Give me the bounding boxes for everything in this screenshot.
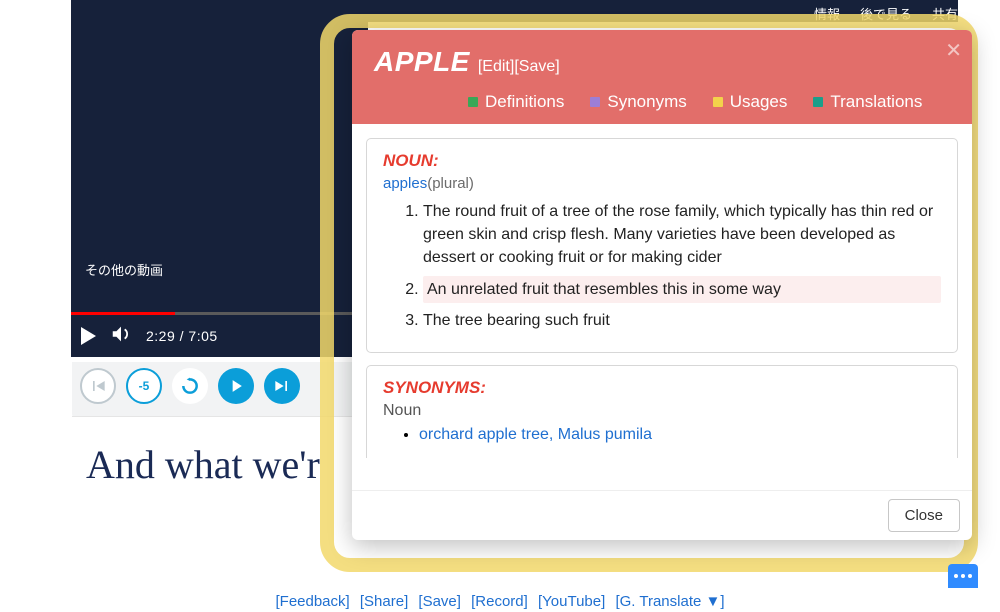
dictionary-tabs: Definitions Synonyms Usages Translations [468,92,952,112]
dictionary-body[interactable]: NOUN: apples(plural) The round fruit of … [352,124,972,490]
bullet-purple-icon [590,97,600,107]
dictionary-word: APPLE [374,46,470,78]
play-icon[interactable] [81,327,96,345]
synonym-link[interactable]: orchard apple tree, Malus pumila [419,426,652,443]
tab-translations[interactable]: Translations [813,92,922,112]
noun-label: NOUN: [383,151,941,171]
back5-button[interactable]: -5 [126,368,162,404]
synonyms-label: SYNONYMS: [383,378,941,398]
replay-button[interactable] [172,368,208,404]
edit-link[interactable]: [Edit] [478,58,514,75]
prev-track-button[interactable] [80,368,116,404]
dictionary-header: ✕ APPLE [Edit][Save] Definitions Synonym… [352,30,972,124]
bullet-green-icon [468,97,478,107]
bullet-yellow-icon [713,97,723,107]
time-current: 2:29 [146,328,175,344]
play-button[interactable] [218,368,254,404]
synonym-list: orchard apple tree, Malus pumila [383,426,941,444]
tab-usages[interactable]: Usages [713,92,788,112]
definition-list: The round fruit of a tree of the rose fa… [383,200,941,332]
dictionary-footer: Close [352,490,972,540]
plural-note: (plural) [427,175,474,192]
bottom-utility-links: [Feedback] [Share] [Save] [Record] [YouT… [0,593,1000,610]
video-time-label: 2:29 / 7:05 [146,328,218,344]
bullet-teal-icon [813,97,823,107]
save-link-bottom[interactable]: [Save] [418,593,461,610]
plural-word-link[interactable]: apples [383,175,427,192]
video-overlay-links: 情報 後で見る 共有 [814,4,958,23]
playback-round-controls: -5 [72,362,369,418]
video-share-link[interactable]: 共有 [932,4,958,23]
definition-item: The tree bearing such fruit [423,309,941,332]
video-watch-later-link[interactable]: 後で見る [860,4,912,23]
next-track-button[interactable] [264,368,300,404]
chat-bubble-icon[interactable] [948,564,978,588]
record-link[interactable]: [Record] [471,593,528,610]
definition-item: An unrelated fruit that resembles this i… [423,276,941,303]
synonym-item: orchard apple tree, Malus pumila [419,426,941,444]
video-info-link[interactable]: 情報 [814,4,840,23]
tab-synonyms[interactable]: Synonyms [590,92,686,112]
definitions-section: NOUN: apples(plural) The round fruit of … [366,138,958,353]
feedback-link[interactable]: [Feedback] [275,593,349,610]
youtube-link[interactable]: [YouTube] [538,593,605,610]
synonyms-section: SYNONYMS: Noun orchard apple tree, Malus… [366,365,958,458]
synonym-pos-label: Noun [383,402,941,420]
video-controls: 2:29 / 7:05 [71,315,368,357]
dictionary-popup: ✕ APPLE [Edit][Save] Definitions Synonym… [352,30,972,540]
more-videos-label: その他の動画 [85,260,163,279]
time-total: 7:05 [188,328,217,344]
volume-icon[interactable] [110,323,132,350]
definition-item: The round fruit of a tree of the rose fa… [423,200,941,270]
plural-line: apples(plural) [383,175,941,192]
close-button[interactable]: Close [888,499,960,532]
tab-definitions[interactable]: Definitions [468,92,564,112]
save-link[interactable]: [Save] [514,58,559,75]
video-player[interactable]: 情報 後で見る 共有 その他の動画 2:29 / 7:05 [71,0,368,357]
gtranslate-link[interactable]: [G. Translate ▼] [615,593,724,610]
close-icon[interactable]: ✕ [945,38,962,63]
share-link[interactable]: [Share] [360,593,408,610]
